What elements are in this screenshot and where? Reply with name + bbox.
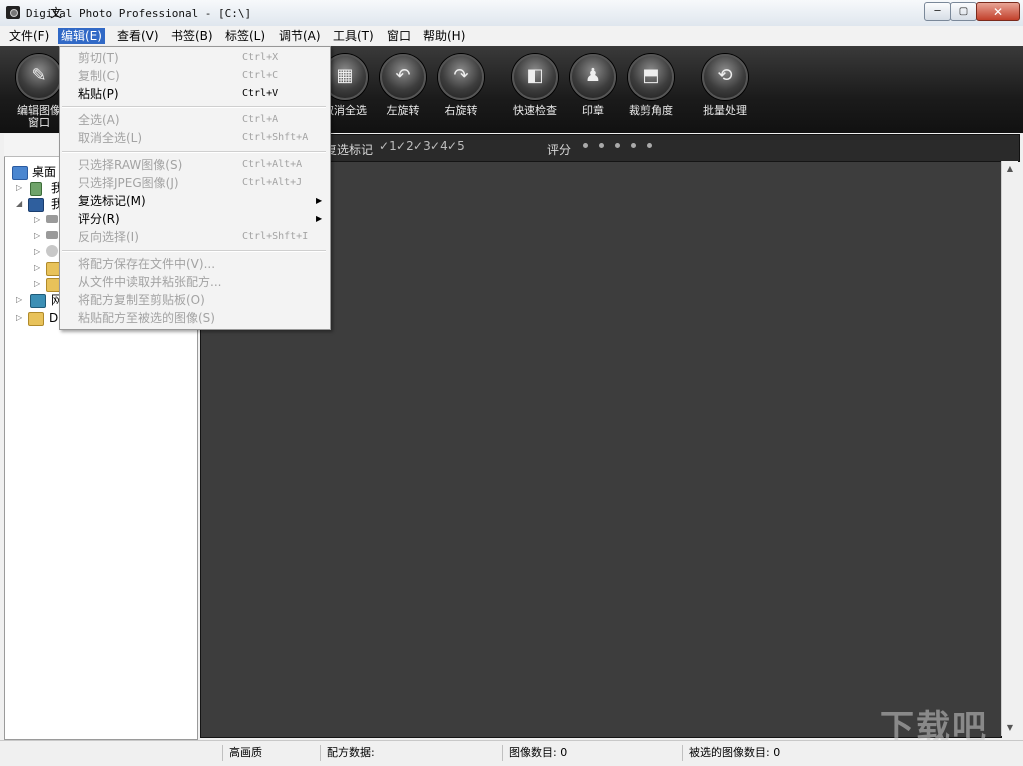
tool-label: 印章 (582, 104, 604, 117)
expand-icon[interactable]: ▷ (16, 296, 24, 304)
expand-icon[interactable]: ▷ (16, 184, 24, 192)
menu-adjust[interactable]: 调节(A) (276, 28, 324, 44)
crop-angle-button[interactable]: ⬒ 裁剪角度 (620, 54, 682, 117)
expand-icon[interactable]: ▷ (34, 232, 42, 240)
menu-tools[interactable]: 工具(T) (330, 28, 377, 44)
menu-edit[interactable]: 编辑(E) (58, 28, 105, 44)
quick-check-button[interactable]: ◧ 快速检查 (504, 54, 566, 117)
edit-window-icon: ✎ (16, 54, 62, 100)
menu-item-paste-recipe[interactable]: 粘贴配方至被选的图像(S) (60, 309, 330, 327)
checkmark-1[interactable]: ✓1 (379, 139, 397, 153)
expand-icon[interactable]: ▷ (34, 280, 42, 288)
vertical-scrollbar[interactable]: ▲ ▼ (1001, 161, 1018, 736)
status-image-count: 图像数目: 0 (502, 745, 684, 761)
status-recipe: 配方数据: (320, 745, 502, 761)
expand-icon[interactable]: ▷ (34, 248, 42, 256)
menu-item-deselect-all[interactable]: 取消全选(L) Ctrl+Shft+A (60, 129, 330, 147)
checkmark-4[interactable]: ✓4 (430, 139, 448, 153)
batch-process-button[interactable]: ⟲ 批量处理 (694, 54, 756, 117)
checkmark-2[interactable]: ✓2 (396, 139, 414, 153)
desktop-icon (12, 166, 28, 180)
submenu-arrow-icon: ▶ (316, 196, 323, 205)
folder-tab-label: 文 (50, 6, 63, 20)
menu-bar: 文件(F) 编辑(E) 查看(V) 书签(B) 标签(L) 调节(A) 工具(T… (0, 26, 1023, 47)
minimize-button[interactable]: ─ (924, 2, 951, 21)
menu-item-cut[interactable]: 剪切(T) Ctrl+X (60, 49, 330, 67)
rotate-right-button[interactable]: ↷ 右旋转 (430, 54, 492, 117)
rotate-left-button[interactable]: ↶ 左旋转 (372, 54, 434, 117)
menu-label[interactable]: 标签(L) (222, 28, 268, 44)
menu-item-invert-selection[interactable]: 反向选择(I) Ctrl+Shft+I (60, 228, 330, 246)
checkmark-5[interactable]: ✓5 (447, 139, 465, 153)
tool-label: 快速检查 (513, 104, 557, 117)
expand-icon[interactable]: ▷ (34, 216, 42, 224)
network-icon (30, 294, 46, 308)
expand-icon[interactable]: ▷ (34, 264, 42, 272)
menu-item-select-all[interactable]: 全选(A) Ctrl+A (60, 111, 330, 129)
menu-item-save-recipe[interactable]: 将配方保存在文件中(V)... (60, 255, 330, 273)
menu-item-select-jpeg[interactable]: 只选择JPEG图像(J) Ctrl+Alt+J (60, 174, 330, 192)
stamp-button[interactable]: ♟ 印章 (562, 54, 624, 117)
drive-icon (46, 215, 58, 223)
menu-help[interactable]: 帮助(H) (420, 28, 468, 44)
tool-label: 裁剪角度 (629, 104, 673, 117)
menu-separator (62, 106, 326, 108)
tool-label: 批量处理 (703, 104, 747, 117)
checkmark-3[interactable]: ✓3 (413, 139, 431, 153)
menu-separator (62, 250, 326, 252)
cd-drive-icon (46, 245, 58, 257)
camera-app-icon[interactable] (6, 6, 20, 19)
menu-bookmark[interactable]: 书签(B) (168, 28, 216, 44)
menu-separator (62, 151, 326, 153)
rating-dot-5[interactable] (647, 143, 652, 148)
menu-item-select-raw[interactable]: 只选择RAW图像(S) Ctrl+Alt+A (60, 156, 330, 174)
menu-item-paste[interactable]: 粘贴(P) Ctrl+V (60, 85, 330, 103)
close-button[interactable]: ✕ (976, 2, 1020, 21)
status-selected-count: 被选的图像数目: 0 (682, 745, 889, 761)
menu-window[interactable]: 窗口 (384, 28, 414, 44)
rating-dot-1[interactable] (583, 143, 588, 148)
computer-icon (28, 198, 44, 212)
rating-dot-2[interactable] (599, 143, 604, 148)
stamp-icon: ♟ (570, 54, 616, 100)
tool-label: 编辑图像窗口 (17, 104, 61, 129)
menu-file[interactable]: 文件(F) (6, 28, 52, 44)
rating-dot-4[interactable] (631, 143, 636, 148)
tree-item-label: 桌面 (32, 165, 57, 179)
menu-item-copy[interactable]: 复制(C) Ctrl+C (60, 67, 330, 85)
tool-label: 左旋转 (386, 104, 420, 117)
crop-angle-icon: ⬒ (628, 54, 674, 100)
tool-label: 右旋转 (444, 104, 478, 117)
menu-item-copy-recipe[interactable]: 将配方复制至剪贴板(O) (60, 291, 330, 309)
folder-icon (28, 312, 44, 326)
status-quality: 高画质 (222, 745, 319, 761)
maximize-button[interactable]: ▢ (950, 2, 977, 21)
rotate-right-icon: ↷ (438, 54, 484, 100)
documents-icon (30, 182, 42, 196)
scroll-up-icon[interactable]: ▲ (1002, 161, 1018, 177)
quick-check-icon: ◧ (512, 54, 558, 100)
drive-icon (46, 231, 58, 239)
rating-dot-3[interactable] (615, 143, 620, 148)
checkmark-label: 复选标记 (325, 143, 374, 157)
edit-menu-dropdown: 剪切(T) Ctrl+X 复制(C) Ctrl+C 粘贴(P) Ctrl+V 全选(A… (59, 46, 331, 330)
batch-process-icon: ⟲ (702, 54, 748, 100)
expand-icon[interactable]: ▷ (16, 314, 24, 322)
rotate-left-icon: ↶ (380, 54, 426, 100)
submenu-arrow-icon: ▶ (316, 214, 323, 223)
rating-label: 评分 (547, 143, 572, 157)
menu-view[interactable]: 查看(V) (114, 28, 162, 44)
menu-item-rating[interactable]: 评分(R) ▶ (60, 210, 330, 228)
collapse-icon[interactable]: ◢ (16, 200, 24, 208)
status-bar: 高画质 配方数据: 图像数目: 0 被选的图像数目: 0 (0, 740, 1023, 766)
menu-item-checkmark[interactable]: 复选标记(M) ▶ (60, 192, 330, 210)
scroll-down-icon[interactable]: ▼ (1002, 720, 1018, 736)
menu-item-read-recipe[interactable]: 从文件中读取并粘张配方... (60, 273, 330, 291)
